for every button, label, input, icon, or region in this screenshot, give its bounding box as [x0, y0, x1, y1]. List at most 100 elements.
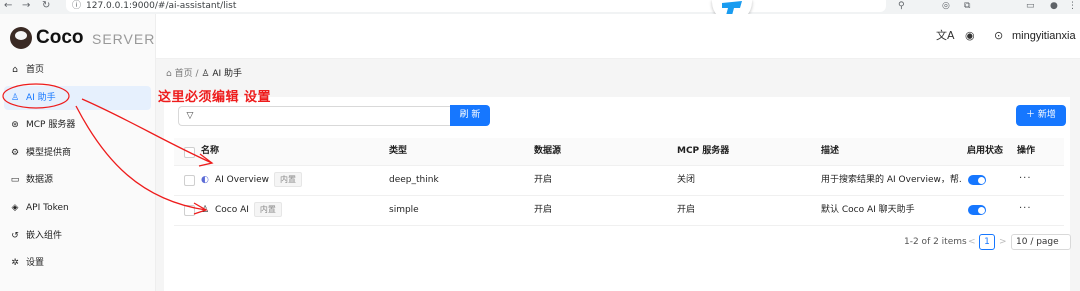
- embed-icon: ↺: [11, 230, 19, 241]
- menu-icon[interactable]: ⋮: [1068, 0, 1077, 12]
- folder-icon: ▭: [10, 175, 20, 186]
- back-icon[interactable]: ←: [4, 0, 12, 12]
- enabled-toggle[interactable]: [968, 205, 986, 215]
- theme-icon[interactable]: ◉: [965, 29, 975, 43]
- breadcrumb: ⌂ 首页 / ♙ AI 助手: [166, 68, 242, 80]
- builtin-tag: 内置: [274, 172, 303, 187]
- annotation-text: 这里必须编辑 设置: [158, 90, 272, 105]
- sidepanel-icon[interactable]: ▭: [1026, 0, 1035, 12]
- sidebar-item-model-provider[interactable]: ⚙ 模型提供商: [4, 141, 151, 165]
- column-header-mcp[interactable]: MCP 服务器: [677, 138, 729, 165]
- select-all-checkbox[interactable]: [184, 147, 195, 158]
- row-description: 用于搜索结果的 AI Overview，帮...: [821, 175, 961, 185]
- logo-text: Coco: [36, 27, 84, 48]
- logo-suffix: SERVER: [92, 31, 156, 47]
- puzzle-icon[interactable]: ⧉: [964, 0, 970, 12]
- reload-icon[interactable]: ↻: [42, 0, 50, 12]
- shield-icon: ◈: [11, 202, 19, 213]
- language-icon[interactable]: 文A: [936, 29, 955, 43]
- breadcrumb-current: AI 助手: [212, 69, 243, 79]
- more-actions-icon[interactable]: ···: [1019, 166, 1032, 192]
- row-checkbox[interactable]: [184, 175, 195, 186]
- column-header-name[interactable]: 名称: [201, 138, 219, 165]
- page-size-select[interactable]: 10 / page: [1011, 234, 1071, 250]
- sidebar-item-home[interactable]: ⌂ 首页: [4, 58, 151, 82]
- row-mcp: 关闭: [677, 175, 696, 185]
- pagination-summary: 1-2 of 2 items: [904, 237, 967, 247]
- more-actions-icon[interactable]: ···: [1019, 196, 1032, 222]
- enabled-toggle[interactable]: [968, 175, 986, 185]
- filter-icon: ▽: [186, 111, 194, 121]
- profile-icon[interactable]: ●: [1050, 0, 1058, 12]
- robot-icon: ♙: [10, 92, 20, 103]
- url-text[interactable]: 127.0.0.1:9000/#/ai-assistant/list: [86, 0, 236, 12]
- column-header-enabled[interactable]: 启用状态: [967, 138, 1003, 165]
- row-name-cell: ♙ Coco AI 内置: [201, 196, 282, 225]
- row-mcp: 开启: [677, 205, 696, 215]
- column-header-datasource[interactable]: 数据源: [534, 138, 561, 165]
- sidebar-item-label: 模型提供商: [26, 147, 72, 158]
- user-icon[interactable]: ⊙: [994, 29, 1003, 43]
- sidebar-item-ai-assistant[interactable]: ♙ AI 助手: [4, 85, 151, 110]
- translate-icon[interactable]: ⚲: [898, 0, 905, 12]
- sidebar-item-api-token[interactable]: ◈ API Token: [4, 196, 151, 220]
- sidebar-item-settings[interactable]: ✲ 设置: [4, 251, 151, 275]
- row-datasource: 开启: [534, 205, 553, 215]
- sidebar: Coco SERVER ⌂ 首页 ♙ AI 助手 ⊛ MCP 服务器 ⚙ 模型提…: [0, 14, 156, 291]
- table-row[interactable]: ◐ AI Overview 内置 deep_think 开启 关闭 用于搜索结果的 …: [174, 166, 1064, 196]
- breadcrumb-home[interactable]: 首页: [175, 69, 193, 79]
- sidebar-item-label: AI 助手: [26, 92, 56, 103]
- sidebar-item-mcp-server[interactable]: ⊛ MCP 服务器: [4, 113, 151, 137]
- sidebar-item-label: API Token: [26, 202, 69, 213]
- assistant-table: 名称 类型 数据源 MCP 服务器 描述 启用状态 操作 ◐ AI Overvie…: [174, 138, 1064, 226]
- new-button-label: 新增: [1037, 110, 1056, 120]
- robot-icon: ♙: [201, 205, 210, 215]
- row-name-cell: ◐ AI Overview 内置: [201, 166, 303, 195]
- sidebar-item-label: 数据源: [26, 175, 54, 186]
- table-row[interactable]: ♙ Coco AI 内置 simple 开启 开启 默认 Coco AI 聊天助手 …: [174, 196, 1064, 226]
- address-bar[interactable]: ⓘ 127.0.0.1:9000/#/ai-assistant/list: [66, 0, 886, 12]
- prev-page-icon[interactable]: <: [968, 234, 976, 250]
- sidebar-menu: ⌂ 首页 ♙ AI 助手 ⊛ MCP 服务器 ⚙ 模型提供商 ▭ 数据源 ◈ A…: [4, 58, 151, 279]
- search-input[interactable]: [200, 106, 459, 126]
- breadcrumb-home-icon[interactable]: ⌂: [166, 69, 172, 79]
- row-name[interactable]: AI Overview: [215, 175, 269, 185]
- column-header-type[interactable]: 类型: [389, 138, 407, 165]
- home-icon: ⌂: [12, 65, 18, 75]
- refresh-button[interactable]: 刷 新: [450, 105, 490, 126]
- column-header-actions: 操作: [1017, 146, 1036, 156]
- sidebar-item-label: 设置: [26, 258, 45, 269]
- row-datasource: 开启: [534, 175, 553, 185]
- breadcrumb-separator: /: [195, 69, 199, 79]
- browser-toolbar: ← → ↻ ⓘ 127.0.0.1:9000/#/ai-assistant/li…: [0, 0, 1080, 15]
- list-card: ▽ 刷 新 ＋ 新增 名称 类型 数据源 MCP 服务器 描述 启用状态 操作 …: [164, 97, 1071, 291]
- sidebar-item-label: MCP 服务器: [26, 120, 76, 131]
- column-header-desc[interactable]: 描述: [821, 138, 839, 165]
- table-header: 名称 类型 数据源 MCP 服务器 描述 启用状态 操作: [174, 138, 1064, 166]
- filter-button[interactable]: ▽: [178, 106, 201, 126]
- sidebar-item-datasource[interactable]: ▭ 数据源: [4, 168, 151, 192]
- overview-icon: ◐: [201, 175, 209, 185]
- mcp-server-icon: ⊛: [11, 120, 19, 131]
- site-info-icon[interactable]: ⓘ: [72, 0, 81, 12]
- page-number[interactable]: 1: [979, 234, 995, 250]
- row-description: 默认 Coco AI 聊天助手: [821, 205, 915, 215]
- user-name[interactable]: mingyitianxia: [1012, 29, 1076, 43]
- breadcrumb-robot-icon: ♙: [201, 69, 210, 79]
- forward-icon[interactable]: →: [22, 0, 30, 12]
- next-page-icon[interactable]: >: [999, 234, 1007, 250]
- extension-icon[interactable]: ◎: [942, 0, 950, 12]
- plus-icon: ＋: [1026, 110, 1038, 120]
- main-content: ⌂ 首页 / ♙ AI 助手 ▽ 刷 新 ＋ 新增 名称 类型 数据源 MCP …: [156, 59, 1080, 291]
- gear-icon: ✲: [11, 258, 19, 269]
- coco-logo-icon: [10, 27, 32, 49]
- new-button[interactable]: ＋ 新增: [1016, 105, 1066, 126]
- sidebar-item-label: 首页: [26, 65, 45, 75]
- row-checkbox[interactable]: [184, 205, 195, 216]
- model-provider-icon: ⚙: [10, 147, 20, 158]
- row-type: deep_think: [389, 175, 439, 185]
- builtin-tag: 内置: [253, 202, 282, 217]
- sidebar-item-embed[interactable]: ↺ 嵌入组件: [4, 224, 151, 248]
- sidebar-item-label: 嵌入组件: [26, 230, 63, 241]
- row-name[interactable]: Coco AI: [215, 205, 249, 215]
